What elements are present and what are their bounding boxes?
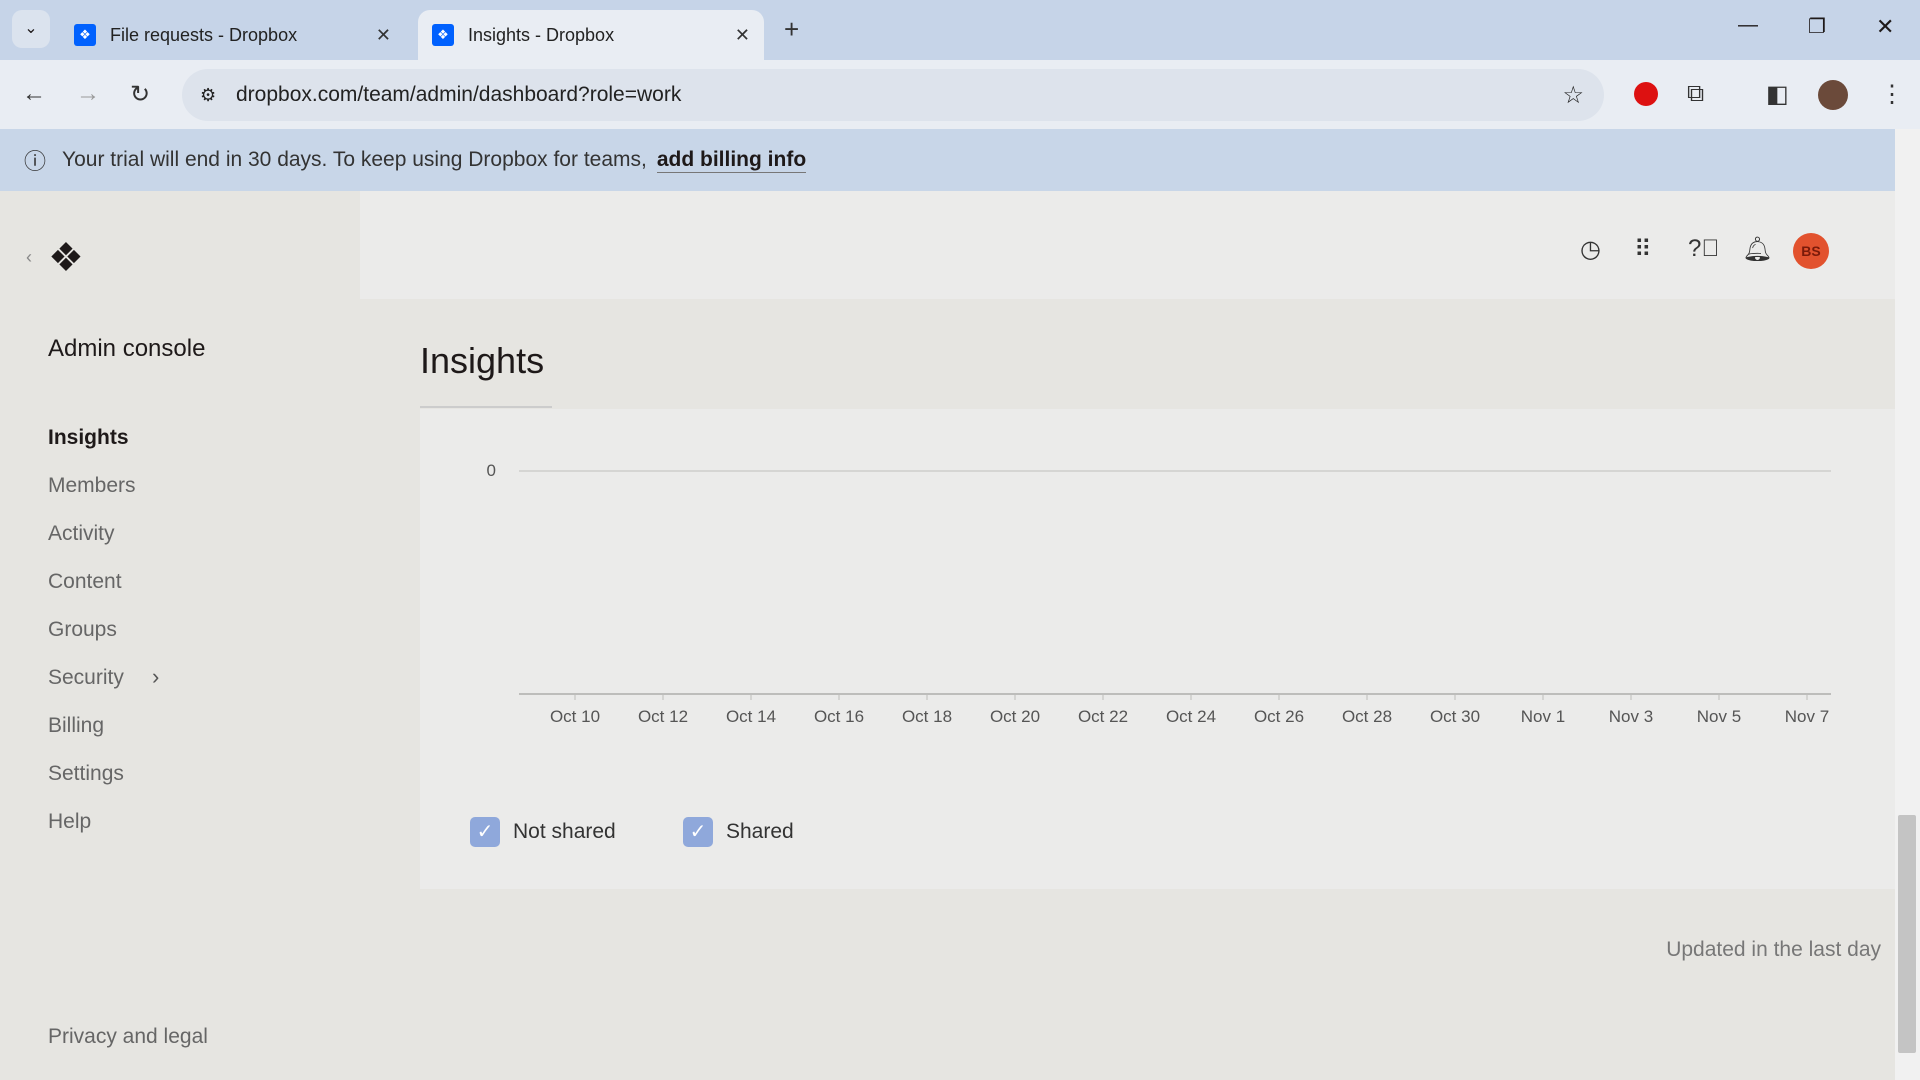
x-tick-label: Oct 18 <box>902 707 952 726</box>
x-tick-label: Oct 28 <box>1342 707 1392 726</box>
x-tick-label: Oct 12 <box>638 707 688 726</box>
legend-shared: Shared <box>726 820 794 843</box>
scrollbar-thumb[interactable] <box>1898 815 1916 1053</box>
updated-status: Updated in the last day <box>1666 938 1881 961</box>
x-tick-label: Oct 24 <box>1166 707 1216 726</box>
x-tick-label: Oct 26 <box>1254 707 1304 726</box>
x-tick-label: Nov 7 <box>1785 707 1829 726</box>
legend-not-shared: Not shared <box>513 820 616 843</box>
x-tick-label: Oct 20 <box>990 707 1040 726</box>
x-tick-label: Oct 10 <box>550 707 600 726</box>
y-tick-label: 0 <box>487 461 496 480</box>
x-tick-label: Nov 3 <box>1609 707 1653 726</box>
not-shared-checkbox[interactable]: ✓ <box>470 817 500 847</box>
x-tick-label: Oct 16 <box>814 707 864 726</box>
shared-checkbox[interactable]: ✓ <box>683 817 713 847</box>
x-tick-label: Oct 22 <box>1078 707 1128 726</box>
x-tick-label: Nov 5 <box>1697 707 1741 726</box>
x-tick-label: Nov 1 <box>1521 707 1565 726</box>
line-chart: 0 Oct 10 Oct 12 Oct 14 Oct 16 Oct 18 Oct 20 Oc… <box>487 461 1831 726</box>
x-tick-label: Oct 14 <box>726 707 776 726</box>
x-tick-label: Oct 30 <box>1430 707 1480 726</box>
